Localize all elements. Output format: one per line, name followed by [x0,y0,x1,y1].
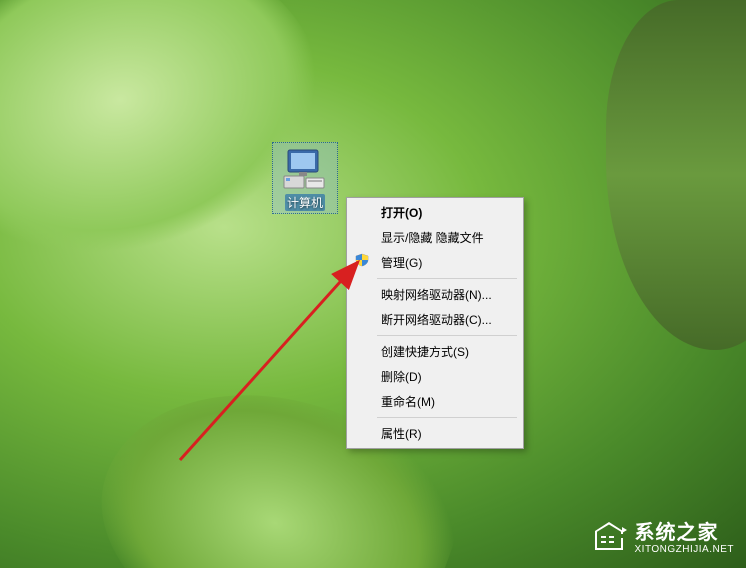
menu-item-label: 重命名(M) [381,395,435,409]
menu-item-map-drive[interactable]: 映射网络驱动器(N)... [377,282,521,307]
menu-separator [377,417,517,418]
menu-item-manage[interactable]: 管理(G) [377,250,521,275]
menu-item-open[interactable]: 打开(O) [377,200,521,225]
menu-separator [377,278,517,279]
desktop-icon-label: 计算机 [285,194,325,211]
menu-item-properties[interactable]: 属性(R) [377,421,521,446]
menu-item-toggle-hidden[interactable]: 显示/隐藏 隐藏文件 [377,225,521,250]
menu-item-label: 打开(O) [381,206,422,220]
menu-item-label: 断开网络驱动器(C)... [381,313,492,327]
menu-item-label: 管理(G) [381,256,422,270]
menu-item-label: 映射网络驱动器(N)... [381,288,492,302]
menu-item-label: 显示/隐藏 隐藏文件 [381,231,484,245]
menu-item-disconnect-drive[interactable]: 断开网络驱动器(C)... [377,307,521,332]
menu-item-rename[interactable]: 重命名(M) [377,389,521,414]
desktop-icon-computer[interactable]: 计算机 [272,142,338,214]
uac-shield-icon [355,253,369,267]
menu-item-label: 属性(R) [381,427,422,441]
menu-item-label: 创建快捷方式(S) [381,345,469,359]
context-menu: 打开(O) 显示/隐藏 隐藏文件 管理(G) [346,197,524,449]
desktop-background: 计算机 打开(O) 显示/隐藏 隐藏文件 [0,0,746,568]
watermark-url: XITONGZHIJIA.NET [635,544,735,555]
menu-separator [377,335,517,336]
wallpaper-leaf [606,0,746,350]
watermark: 系统之家 XITONGZHIJIA.NET [589,518,735,558]
watermark-logo-icon [589,518,629,558]
watermark-title: 系统之家 [635,522,735,544]
menu-item-delete[interactable]: 删除(D) [377,364,521,389]
computer-icon [281,145,329,192]
menu-item-label: 删除(D) [381,370,422,384]
menu-item-create-shortcut[interactable]: 创建快捷方式(S) [377,339,521,364]
